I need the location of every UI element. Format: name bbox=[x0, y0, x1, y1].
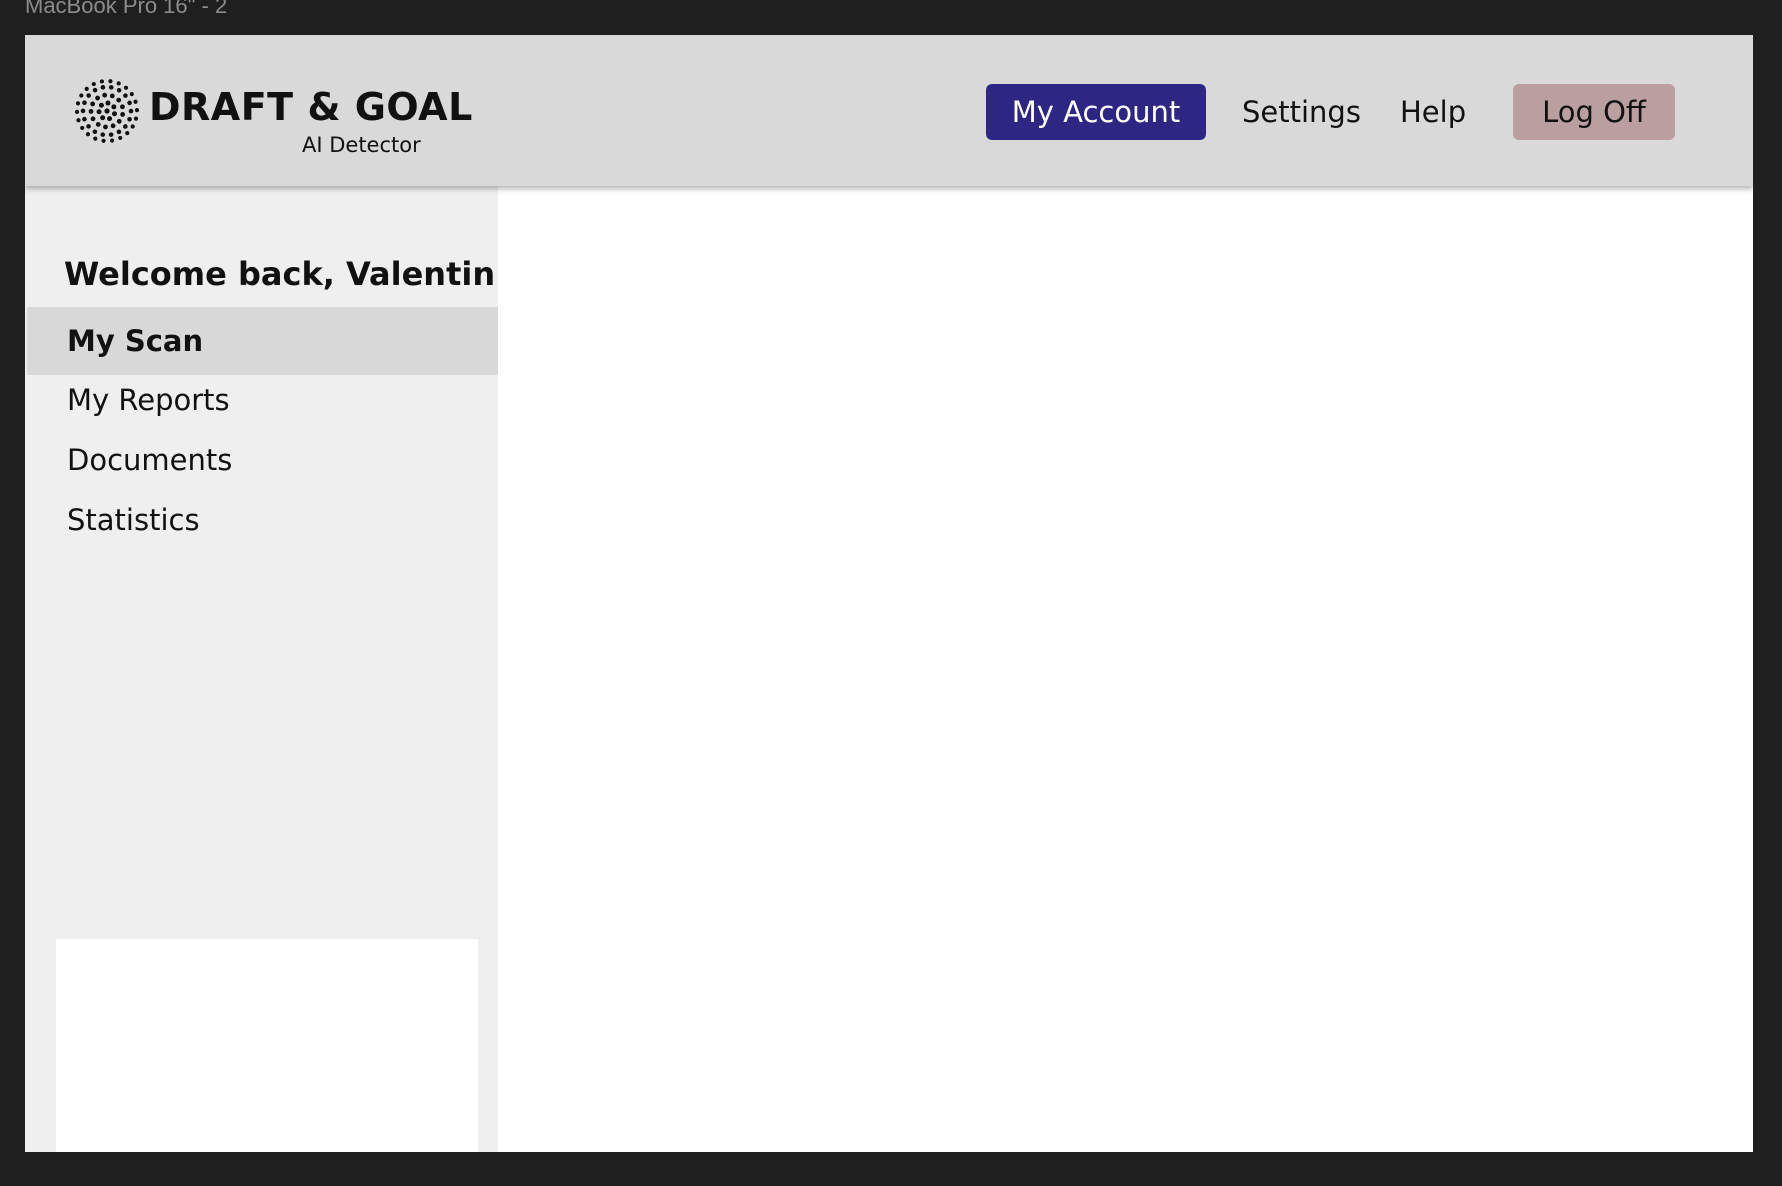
main-content bbox=[498, 186, 1753, 1152]
settings-link[interactable]: Settings bbox=[1242, 84, 1361, 140]
sidebar-panel bbox=[56, 939, 478, 1152]
log-off-button[interactable]: Log Off bbox=[1513, 84, 1675, 140]
sidebar-item-documents[interactable]: Documents bbox=[27, 426, 500, 494]
frame-label: MacBook Pro 16" - 2 bbox=[25, 0, 228, 18]
brand-logo[interactable]: DRAFT & GOAL AI Detector bbox=[75, 79, 472, 159]
my-account-button[interactable]: My Account bbox=[986, 84, 1206, 140]
app-window: DRAFT & GOAL AI Detector My Account Sett… bbox=[25, 35, 1753, 1152]
brand-name: DRAFT & GOAL bbox=[149, 85, 473, 129]
brand-tagline: AI Detector bbox=[302, 133, 421, 157]
welcome-message: Welcome back, Valentin bbox=[64, 255, 496, 293]
sidebar-item-statistics[interactable]: Statistics bbox=[27, 486, 500, 554]
help-link[interactable]: Help bbox=[1400, 84, 1466, 140]
sidebar: Welcome back, Valentin My Scan My Report… bbox=[25, 186, 500, 1152]
sidebar-item-my-scan[interactable]: My Scan bbox=[27, 307, 500, 375]
sidebar-item-my-reports[interactable]: My Reports bbox=[27, 366, 500, 434]
dotted-circle-logo-icon bbox=[75, 79, 139, 143]
top-header: DRAFT & GOAL AI Detector My Account Sett… bbox=[25, 35, 1753, 186]
